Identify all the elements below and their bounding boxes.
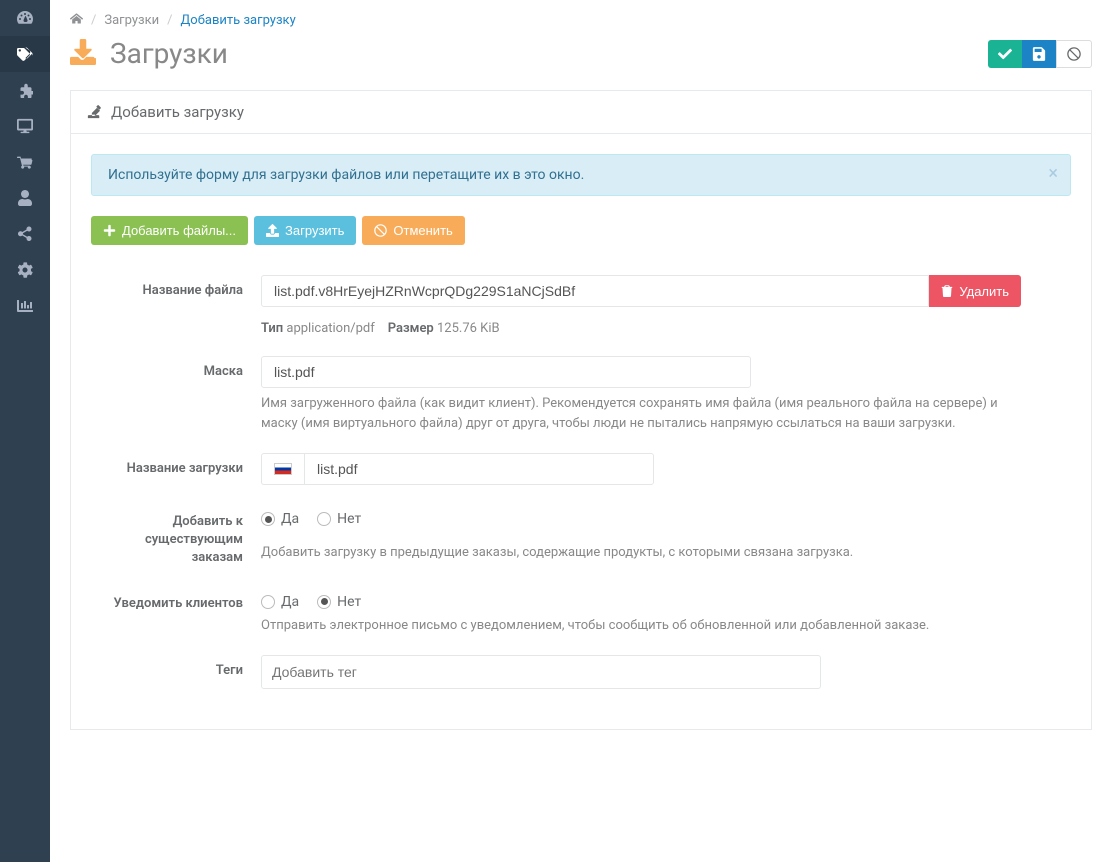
sidebar xyxy=(0,0,50,862)
file-size-label: Размер xyxy=(388,321,434,336)
delete-file-button[interactable]: Удалить xyxy=(929,275,1021,307)
download-name-row: Название загрузки xyxy=(91,453,1071,485)
user-icon xyxy=(17,190,33,206)
gear-icon xyxy=(17,262,33,278)
alert-close[interactable]: × xyxy=(1048,165,1058,183)
mask-row: Маска Имя загруженного файла (как видит … xyxy=(91,356,1071,433)
upload-button[interactable]: Загрузить xyxy=(254,216,356,245)
save-icon xyxy=(1032,47,1046,61)
info-alert: Используйте форму для загрузки файлов ил… xyxy=(91,154,1071,196)
radio-icon xyxy=(261,595,275,609)
plus-icon xyxy=(103,224,116,237)
mask-label: Маска xyxy=(91,356,261,433)
cart-icon xyxy=(17,154,33,170)
share-icon xyxy=(17,226,33,242)
filename-label: Название файла xyxy=(91,275,261,336)
sidebar-tags[interactable] xyxy=(0,36,50,72)
home-icon xyxy=(70,12,83,25)
delete-label: Удалить xyxy=(959,284,1009,299)
breadcrumb-current: Добавить загрузку xyxy=(181,13,296,28)
radio-icon xyxy=(317,595,331,609)
file-size-value: 125.76 KiB xyxy=(437,321,500,336)
download-name-label: Название загрузки xyxy=(91,453,261,485)
page-title: Загрузки xyxy=(110,37,228,70)
alert-text: Используйте форму для загрузки файлов ил… xyxy=(108,167,584,183)
no-label: Нет xyxy=(337,511,361,527)
add-files-button[interactable]: Добавить файлы... xyxy=(91,216,248,245)
page-header: Загрузки xyxy=(70,37,1092,70)
cancel-upload-button[interactable]: Отменить xyxy=(362,216,464,245)
tags-icon xyxy=(17,46,33,62)
header-actions xyxy=(988,40,1092,68)
no-label: Нет xyxy=(337,594,361,610)
breadcrumb: / Загрузки / Добавить загрузку xyxy=(70,12,1092,29)
chart-icon xyxy=(17,298,33,314)
panel-body: Используйте форму для загрузки файлов ил… xyxy=(71,134,1091,729)
add-to-orders-label: Добавить к существующим заказам xyxy=(91,505,261,568)
pencil-icon xyxy=(87,105,101,119)
add-to-orders-yes[interactable]: Да xyxy=(261,511,299,527)
add-to-orders-help: Добавить загрузку в предыдущие заказы, с… xyxy=(261,543,1021,563)
yes-label: Да xyxy=(281,511,299,527)
check-icon xyxy=(998,47,1012,61)
notify-label: Уведомить клиентов xyxy=(91,588,261,636)
sidebar-plugins[interactable] xyxy=(0,72,50,108)
breadcrumb-separator: / xyxy=(91,13,96,28)
trash-icon xyxy=(941,285,953,297)
panel-header: Добавить загрузку xyxy=(71,91,1091,134)
upload-icon xyxy=(266,224,279,237)
sidebar-user[interactable] xyxy=(0,180,50,216)
add-files-label: Добавить файлы... xyxy=(122,223,236,238)
notify-help: Отправить электронное письмо с уведомлен… xyxy=(261,616,1021,636)
flag-ru-icon xyxy=(274,463,292,475)
upload-actions: Добавить файлы... Загрузить Отменить xyxy=(91,216,1071,245)
cancel-label: Отменить xyxy=(393,223,452,238)
notify-row: Уведомить клиентов Да Нет Отправить элек… xyxy=(91,588,1071,636)
panel: Добавить загрузку Используйте форму для … xyxy=(70,90,1092,730)
add-to-orders-no[interactable]: Нет xyxy=(317,511,361,527)
panel-title: Добавить загрузку xyxy=(111,103,244,121)
tags-input[interactable] xyxy=(268,659,814,685)
tags-label: Теги xyxy=(91,655,261,689)
breadcrumb-home[interactable] xyxy=(70,12,83,29)
mask-help: Имя загруженного файла (как видит клиент… xyxy=(261,394,1021,433)
sidebar-share[interactable] xyxy=(0,216,50,252)
tags-row: Теги xyxy=(91,655,1071,689)
mask-input[interactable] xyxy=(261,356,751,388)
filename-row: Название файла Удалить Тип application/p… xyxy=(91,275,1071,336)
download-name-input[interactable] xyxy=(304,453,654,485)
file-type-label: Тип xyxy=(261,321,283,336)
notify-no[interactable]: Нет xyxy=(317,594,361,610)
notify-yes[interactable]: Да xyxy=(261,594,299,610)
filename-input[interactable] xyxy=(261,275,929,307)
radio-icon xyxy=(317,512,331,526)
download-icon xyxy=(70,39,96,69)
ban-icon xyxy=(1067,47,1081,61)
sidebar-reports[interactable] xyxy=(0,288,50,324)
breadcrumb-parent[interactable]: Загрузки xyxy=(104,13,159,28)
main-content: / Загрузки / Добавить загрузку Загрузки … xyxy=(50,0,1112,862)
sidebar-display[interactable] xyxy=(0,108,50,144)
file-type-value: application/pdf xyxy=(286,321,374,336)
monitor-icon xyxy=(17,118,33,134)
breadcrumb-separator: / xyxy=(167,13,172,28)
locale-flag xyxy=(261,453,304,485)
dashboard-icon xyxy=(17,10,33,26)
puzzle-icon xyxy=(17,82,33,98)
save-button[interactable] xyxy=(1022,40,1056,68)
ban-icon xyxy=(374,224,387,237)
sidebar-settings[interactable] xyxy=(0,252,50,288)
radio-icon xyxy=(261,512,275,526)
yes-label: Да xyxy=(281,594,299,610)
confirm-button[interactable] xyxy=(988,40,1022,68)
sidebar-dashboard[interactable] xyxy=(0,0,50,36)
file-meta: Тип application/pdf Размер 125.76 KiB xyxy=(261,321,1021,336)
sidebar-cart[interactable] xyxy=(0,144,50,180)
upload-label: Загрузить xyxy=(285,223,344,238)
add-to-orders-row: Добавить к существующим заказам Да Нет Д… xyxy=(91,505,1071,568)
cancel-button[interactable] xyxy=(1056,40,1092,68)
